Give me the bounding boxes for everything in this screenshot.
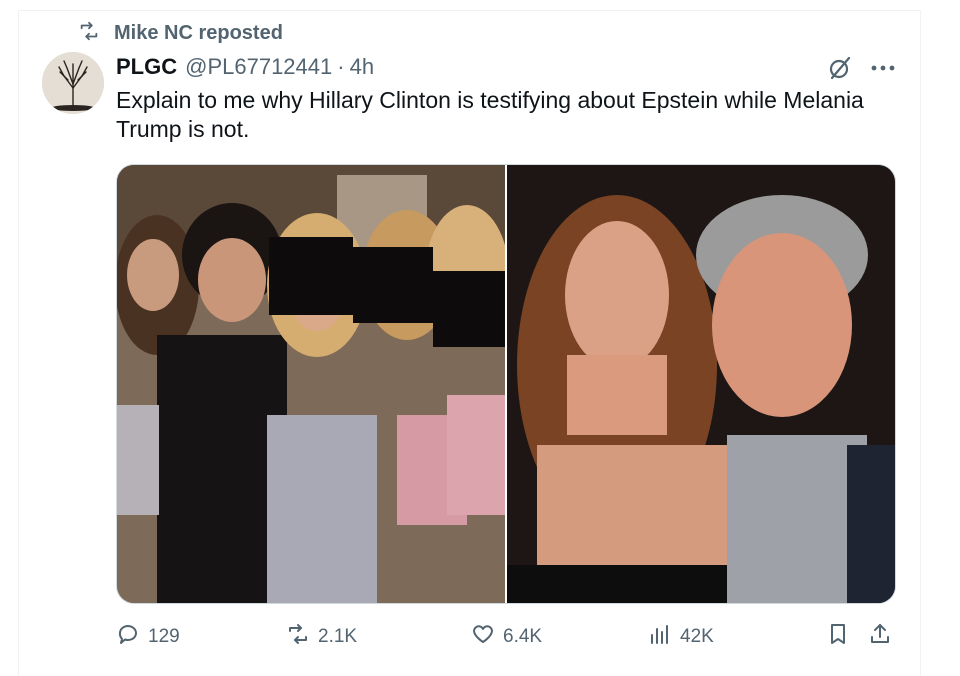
repost-label[interactable]: Mike NC reposted [114,22,283,45]
user-handle[interactable]: @PL67712441 [185,54,332,80]
like-count: 6.4K [503,626,543,647]
like-button[interactable]: 6.4K [471,620,542,654]
display-name[interactable]: PLGC [116,54,177,80]
share-button[interactable] [868,620,900,654]
action-bar: 129 2.1K 6.4K 42K [116,620,896,654]
reply-button[interactable]: 129 [116,620,180,654]
separator: · [337,54,345,79]
more-icon[interactable] [868,56,898,80]
reply-icon [116,622,148,652]
views-button[interactable]: 42K [648,620,714,654]
repost-count: 2.1K [318,626,358,647]
tweet-header: PLGC @PL67712441 · 4h [116,52,374,82]
repost-context[interactable]: Mike NC reposted [78,20,283,46]
timestamp[interactable]: 4h [350,54,374,80]
avatar[interactable] [42,52,104,114]
heart-icon [471,622,503,652]
photo-left[interactable] [117,165,505,603]
grok-icon[interactable] [826,54,854,82]
tweet-text: Explain to me why Hillary Clinton is tes… [116,87,864,142]
bookmark-icon [826,622,858,652]
repost-button[interactable]: 2.1K [286,620,357,654]
views-bar-chart-icon [648,622,680,652]
photo-right[interactable] [507,165,895,603]
reply-count: 129 [148,626,180,647]
repost-icon [286,622,318,652]
share-icon [868,622,900,652]
media-grid[interactable] [116,164,896,604]
bookmark-button[interactable] [826,620,858,654]
repost-icon [78,20,100,47]
view-count: 42K [680,626,714,647]
